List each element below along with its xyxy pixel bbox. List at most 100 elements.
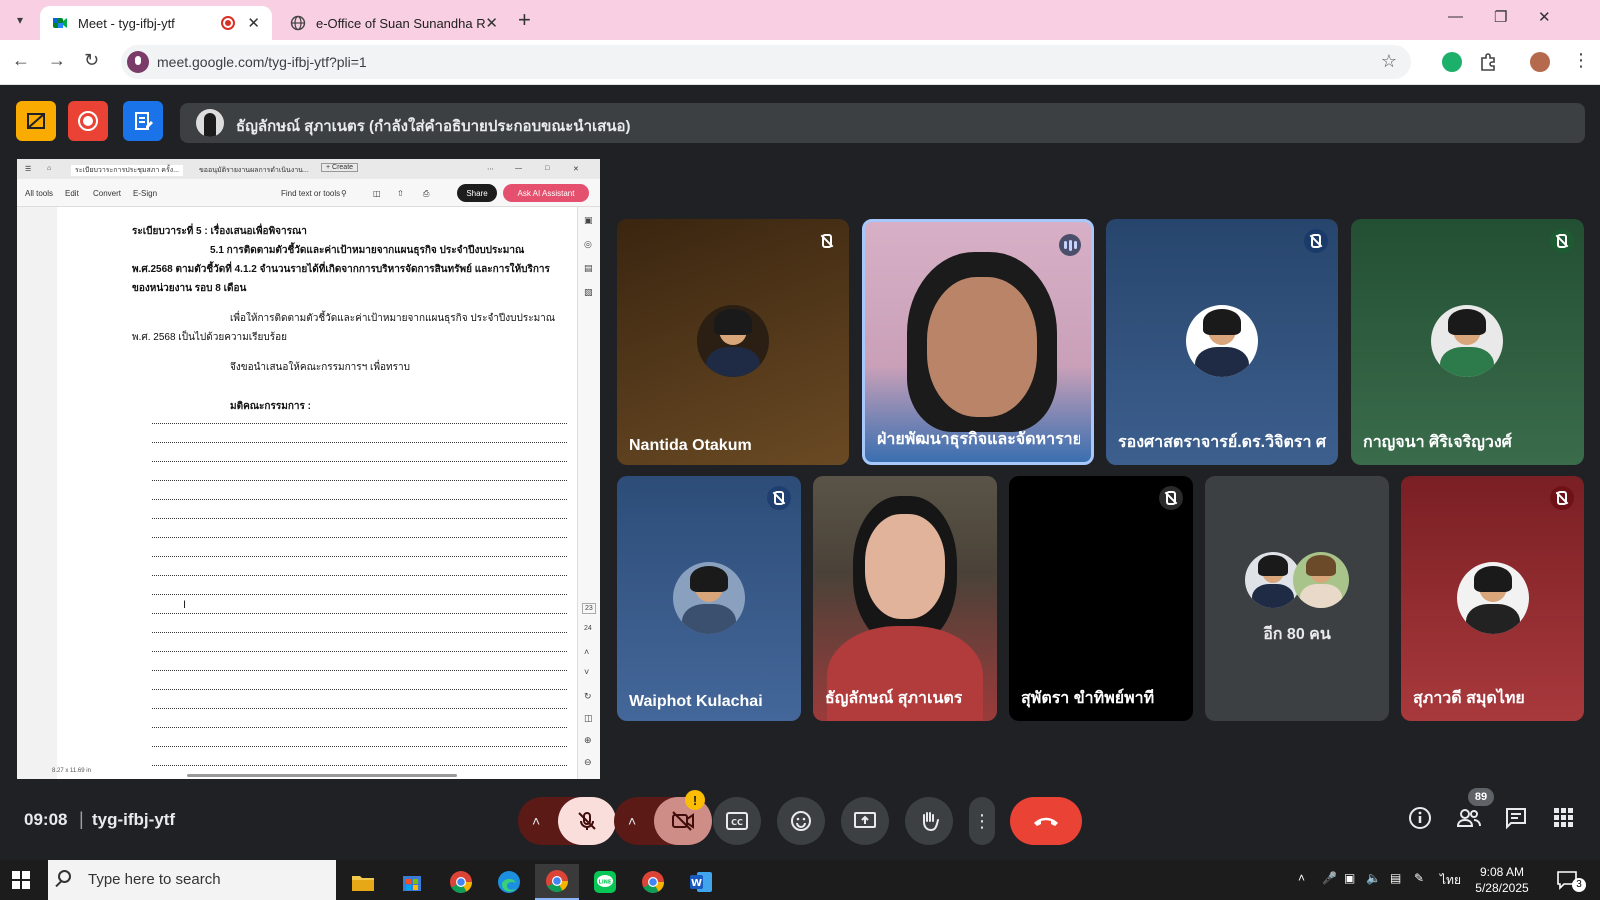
pdf-page-current: 23 xyxy=(582,603,596,614)
pdf-toolbar: All tools Edit Convert E-Sign Find text … xyxy=(17,179,600,207)
others-tile[interactable]: อีก 80 คน xyxy=(1205,476,1389,721)
participant-tile[interactable]: สุภาวดี สมุดไทย xyxy=(1401,476,1584,721)
address-bar[interactable]: meet.google.com/tyg-ifbj-ytf?pli=1 ☆ xyxy=(121,45,1411,79)
annotation-toolbar-icon[interactable] xyxy=(16,101,56,141)
camera-warning-badge: ! xyxy=(685,790,705,810)
bookmark-star-icon[interactable]: ☆ xyxy=(1381,51,1397,72)
notes-icon[interactable] xyxy=(123,101,163,141)
presenter-avatar xyxy=(196,109,224,137)
edge-icon[interactable] xyxy=(487,864,531,900)
tab-meet[interactable]: Meet - tyg-ifbj-ytf ✕ xyxy=(40,6,272,40)
extension-grammarly-icon[interactable] xyxy=(1442,52,1462,72)
extensions-puzzle-icon[interactable] xyxy=(1478,52,1498,72)
pdf-side-toolbar: ▣ ◎ ▤ ▧ 23 24 ˄ ˅ ↻ ◫ ⊕ ⊖ xyxy=(577,207,600,779)
meet-favicon-icon xyxy=(53,18,67,28)
recording-icon[interactable] xyxy=(68,101,108,141)
captions-button[interactable]: CC xyxy=(713,797,761,845)
globe-favicon-icon xyxy=(290,15,306,31)
pdf-tab-2: ขออนุมัติรายงานผลการดำเนินงาน... xyxy=(199,167,309,174)
dotted-line xyxy=(152,556,567,557)
dotted-line xyxy=(152,727,567,728)
chat-icon[interactable] xyxy=(1504,806,1528,830)
profile-avatar[interactable] xyxy=(1530,52,1550,72)
present-screen-button[interactable] xyxy=(841,797,889,845)
search-icon xyxy=(58,870,71,883)
people-icon[interactable] xyxy=(1456,806,1482,830)
pdf-copy-icon: ◫ xyxy=(584,713,593,723)
participant-tile[interactable]: Nantida Otakum xyxy=(617,219,849,465)
raise-hand-button[interactable] xyxy=(905,797,953,845)
pdf-convert: Convert xyxy=(93,189,122,198)
dotted-line xyxy=(152,537,567,538)
chrome-meet-icon[interactable] xyxy=(535,864,579,900)
pdf-edit: Edit xyxy=(65,189,79,198)
pdf-item-line-3: ของหน่วยงาน รอบ 8 เดือน xyxy=(132,283,247,294)
more-options-button[interactable]: ⋮ xyxy=(969,797,995,845)
pen-icon[interactable]: ✎ xyxy=(1414,871,1424,885)
emoji-icon xyxy=(791,811,811,831)
pdf-side-tool-icon: ◎ xyxy=(584,239,592,249)
participant-tile[interactable]: ธัญลักษณ์ สุภาเนตร xyxy=(813,476,997,721)
pdf-create-tab: + Create xyxy=(321,163,359,172)
meeting-separator: | xyxy=(79,809,84,829)
pdf-menu-icon: ☰ xyxy=(25,166,32,173)
tab-eoffice[interactable]: e-Office of Suan Sunandha Rajabhat ✕ xyxy=(278,6,510,40)
reactions-button[interactable] xyxy=(777,797,825,845)
dotted-line xyxy=(152,613,567,614)
audio-options-chevron-icon[interactable]: ˄ xyxy=(532,813,540,829)
tray-mic-icon[interactable]: 🎤 xyxy=(1322,871,1337,885)
video-options-chevron-icon[interactable]: ˄ xyxy=(628,813,636,829)
windows-start-icon[interactable] xyxy=(12,871,30,889)
svg-text:LINE: LINE xyxy=(599,880,612,886)
tray-chevron-icon[interactable]: ˄ xyxy=(1298,871,1305,885)
pdf-close-icon: ✕ xyxy=(573,166,579,173)
new-tab-icon[interactable]: + xyxy=(518,8,531,32)
participant-name: กาญจนา ศิริเจริญวงศ์ xyxy=(1363,434,1512,451)
tab-close-icon[interactable]: ✕ xyxy=(247,14,260,32)
others-count-label: อีก 80 คน xyxy=(1263,626,1331,643)
tab-search-icon[interactable]: ▾ xyxy=(8,8,32,32)
pdf-find: Find text or tools xyxy=(281,189,341,198)
participant-tile[interactable]: กาญจนา ศิริเจริญวงศ์ xyxy=(1351,219,1584,465)
participant-tile[interactable]: สุพัตรา ขำทิพย์พาที xyxy=(1009,476,1193,721)
line-icon[interactable]: LINE xyxy=(583,864,627,900)
reload-icon[interactable]: ↻ xyxy=(84,50,99,71)
chrome-icon[interactable] xyxy=(439,864,483,900)
participant-tile[interactable]: Waiphot Kulachai xyxy=(617,476,801,721)
participant-avatar xyxy=(697,305,769,377)
browser-toolbar: ← → ↻ meet.google.com/tyg-ifbj-ytf?pli=1… xyxy=(0,40,1600,85)
muted-mic-icon xyxy=(1159,486,1183,510)
browser-menu-icon[interactable]: ⋮ xyxy=(1572,50,1590,71)
participant-tile[interactable]: รองศาสตราจารย์.ดร.วิจิตรา ศ... xyxy=(1106,219,1338,465)
back-icon[interactable]: ← xyxy=(12,50,30,71)
microphone-toggle-button[interactable] xyxy=(558,797,616,845)
tab-close-icon[interactable]: ✕ xyxy=(485,14,498,32)
forward-icon[interactable]: → xyxy=(48,50,66,71)
network-icon[interactable]: ▤ xyxy=(1390,871,1401,885)
meeting-code[interactable]: tyg-ifbj-ytf xyxy=(92,810,175,830)
pdf-request-line: จึงขอนำเสนอให้คณะกรรมการฯ เพื่อทราบ xyxy=(230,362,410,373)
participant-name: ธัญลักษณ์ สุภาเนตร xyxy=(825,690,963,707)
input-language[interactable]: ไทย xyxy=(1440,871,1461,890)
microsoft-store-icon[interactable] xyxy=(390,864,434,900)
taskbar-search-box[interactable]: Type here to search xyxy=(48,860,336,900)
minimize-icon[interactable]: — xyxy=(1448,8,1463,25)
chrome-profile-icon[interactable] xyxy=(631,864,675,900)
activities-icon[interactable] xyxy=(1552,806,1574,828)
site-mic-icon[interactable] xyxy=(127,51,149,73)
file-explorer-icon[interactable] xyxy=(341,864,385,900)
word-icon[interactable]: W xyxy=(679,864,723,900)
mic-control-group: ˄ xyxy=(518,797,616,845)
participant-face xyxy=(865,514,945,619)
leave-call-button[interactable] xyxy=(1010,797,1082,845)
pdf-horizontal-scrollbar xyxy=(187,774,457,777)
meeting-info-icon[interactable] xyxy=(1408,806,1432,830)
shared-screen[interactable]: ☰ ⌂ ระเบียบวาระการประชุมสภา ครั้ง... ขออ… xyxy=(17,159,600,779)
taskbar-clock[interactable]: 9:08 AM 5/28/2025 xyxy=(1466,864,1538,896)
close-window-icon[interactable]: ✕ xyxy=(1538,8,1551,26)
restore-icon[interactable]: ❐ xyxy=(1494,8,1507,26)
volume-icon[interactable]: 🔈 xyxy=(1366,871,1381,885)
tray-camera-icon[interactable]: ▣ xyxy=(1344,871,1355,885)
participant-tile-speaking[interactable]: ฝ่ายพัฒนาธุรกิจและจัดหาราย... xyxy=(862,219,1094,465)
pdf-tab-1: ระเบียบวาระการประชุมสภา ครั้ง... xyxy=(71,165,183,176)
